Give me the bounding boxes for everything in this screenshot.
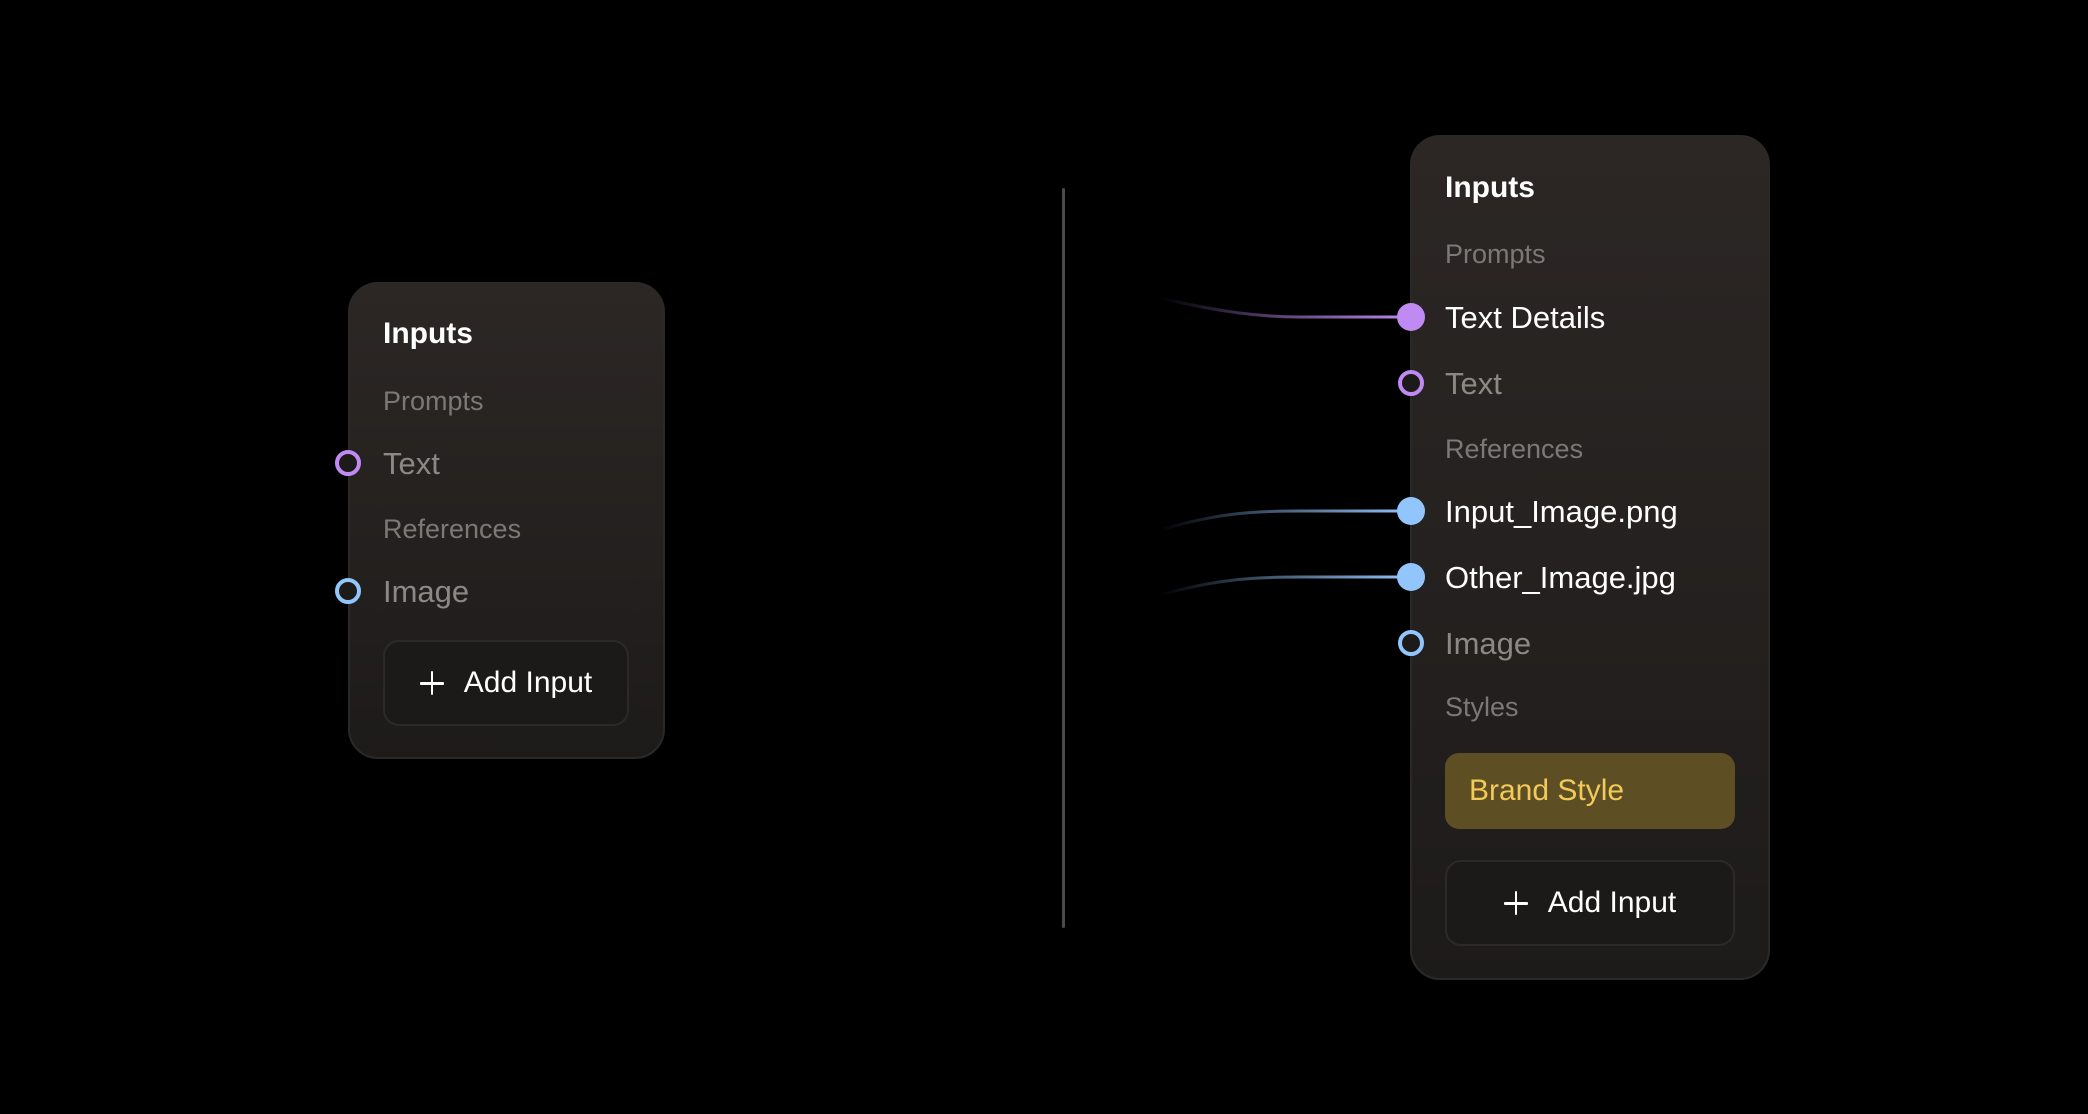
wire-text-details — [1159, 296, 1410, 319]
input-item-text[interactable]: Text — [1445, 368, 1502, 399]
section-label-references: References — [383, 514, 522, 544]
brand-style-chip[interactable]: Brand Style — [1445, 753, 1735, 829]
section-label-references: References — [1445, 434, 1584, 464]
input-item-text[interactable]: Text — [383, 448, 440, 479]
connection-wires — [1159, 296, 1410, 597]
text-port-icon[interactable] — [1398, 370, 1424, 396]
add-input-button[interactable]: Add Input — [383, 640, 629, 726]
node-title: Inputs — [383, 317, 473, 350]
wire-input-image — [1159, 509, 1410, 532]
section-label-styles: Styles — [1445, 692, 1519, 722]
add-input-label: Add Input — [463, 666, 593, 699]
plus-icon — [1503, 891, 1528, 915]
image-port-icon[interactable] — [1397, 497, 1425, 525]
text-port-icon[interactable] — [1397, 303, 1425, 331]
image-port-icon[interactable] — [1397, 563, 1425, 591]
input-item-image[interactable]: Image — [1445, 628, 1531, 659]
plus-icon — [419, 671, 444, 695]
text-port-icon[interactable] — [335, 450, 361, 476]
input-item-image[interactable]: Image — [383, 576, 469, 607]
input-item-input-image[interactable]: Input_Image.png — [1445, 496, 1678, 527]
node-title: Inputs — [1445, 171, 1535, 204]
input-item-other-image[interactable]: Other_Image.jpg — [1445, 562, 1676, 593]
add-input-label: Add Input — [1547, 886, 1677, 919]
add-input-button[interactable]: Add Input — [1445, 860, 1735, 946]
brand-style-label: Brand Style — [1469, 774, 1625, 807]
image-port-icon[interactable] — [335, 578, 361, 604]
section-label-prompts: Prompts — [383, 386, 484, 416]
divider — [1062, 188, 1065, 928]
image-port-icon[interactable] — [1398, 630, 1424, 656]
input-item-text-details[interactable]: Text Details — [1445, 302, 1605, 333]
section-label-prompts: Prompts — [1445, 239, 1546, 269]
wire-other-image — [1159, 575, 1410, 597]
